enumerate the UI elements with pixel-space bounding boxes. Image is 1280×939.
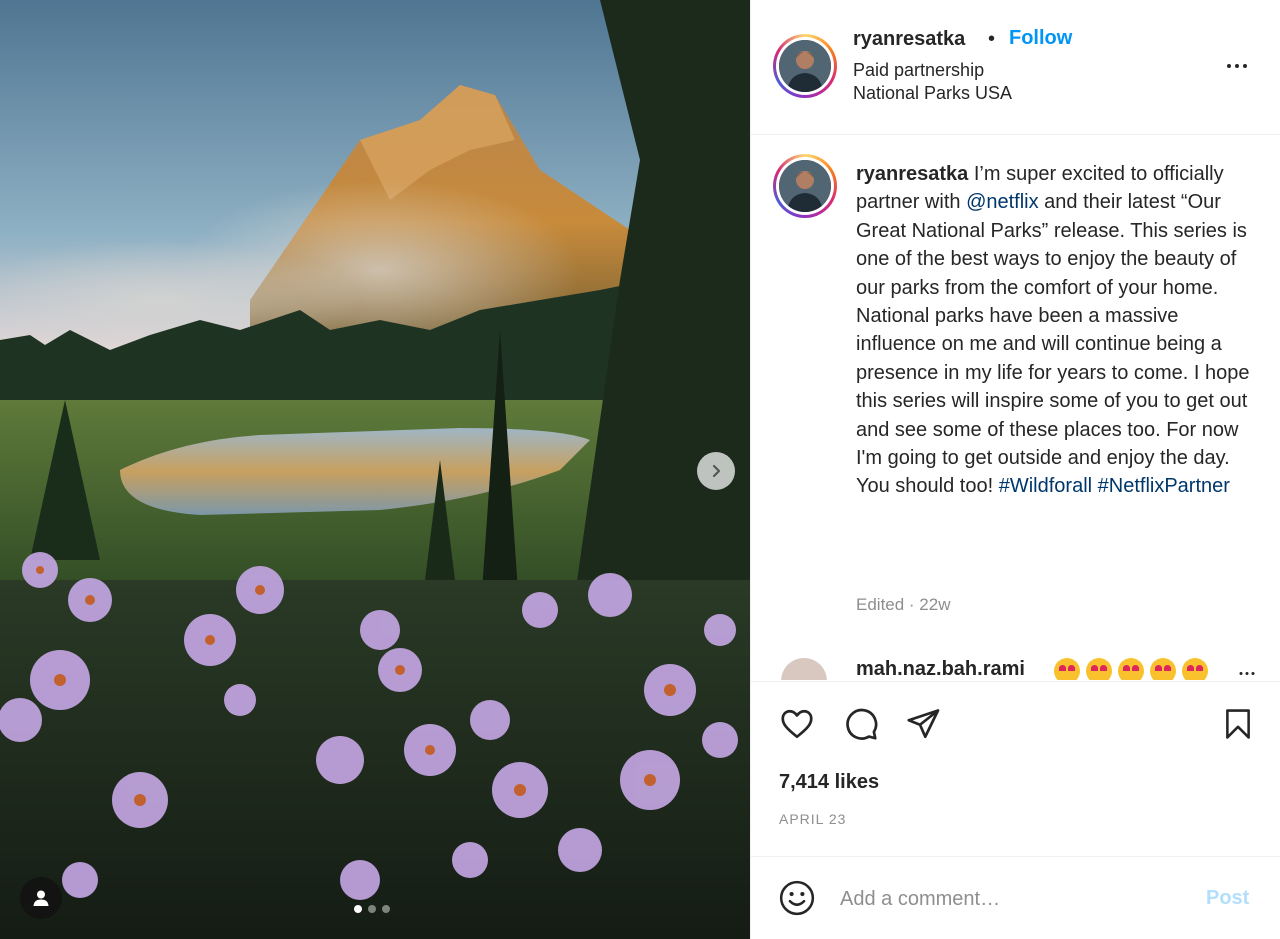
carousel-dot xyxy=(368,905,376,913)
carousel-dot xyxy=(354,905,362,913)
instagram-post-modal: ryanresatka • Follow Paid partnership Na… xyxy=(0,0,1280,939)
comment-input[interactable] xyxy=(840,881,1170,917)
commenter-avatar[interactable] xyxy=(781,658,827,680)
post-date[interactable]: APRIL 23 xyxy=(779,811,846,827)
partner-name[interactable]: National Parks USA xyxy=(853,83,1012,104)
hashtag-link[interactable]: #Wildforall xyxy=(999,475,1092,497)
post-actions: 7,414 likes APRIL 23 xyxy=(751,681,1280,856)
caption-username[interactable]: ryanresatka xyxy=(856,163,968,185)
comment-list: mah.naz.bah.rami xyxy=(751,650,1280,680)
user-tag-icon xyxy=(33,890,49,906)
caption-author-avatar[interactable] xyxy=(773,154,837,218)
author-avatar[interactable] xyxy=(773,34,837,98)
likes-count[interactable]: 7,414 likes xyxy=(779,771,879,794)
paid-partnership-label[interactable]: Paid partnership xyxy=(853,60,984,81)
more-options-icon xyxy=(1227,64,1231,68)
post-header: ryanresatka • Follow Paid partnership Na… xyxy=(751,0,1280,135)
caption-meta: Edited · 22w xyxy=(856,595,951,614)
more-options-button[interactable] xyxy=(1219,56,1255,76)
tagged-users-button[interactable] xyxy=(20,877,62,919)
commenter-username[interactable]: mah.naz.bah.rami xyxy=(856,658,1025,680)
follow-button[interactable]: Follow xyxy=(1009,27,1072,50)
comment-button[interactable] xyxy=(841,704,881,744)
header-separator: • xyxy=(988,28,996,50)
mention-link[interactable]: @netflix xyxy=(966,191,1039,213)
post-caption: ryanresatka I’m super excited to officia… xyxy=(856,160,1256,501)
post-details-panel: ryanresatka • Follow Paid partnership Na… xyxy=(750,0,1280,939)
heart-eyes-emoji xyxy=(1054,658,1080,680)
share-button[interactable] xyxy=(903,704,943,744)
chevron-right-icon xyxy=(712,464,721,478)
heart-eyes-emoji xyxy=(1086,658,1112,680)
send-icon xyxy=(907,709,940,739)
caption-text: and their latest “Our Great National Par… xyxy=(856,191,1250,498)
hashtag-link[interactable]: #NetflixPartner xyxy=(1098,475,1230,497)
add-comment-bar: Post xyxy=(751,856,1280,939)
post-photo xyxy=(0,0,750,939)
carousel-indicator xyxy=(354,905,390,913)
carousel-next-button[interactable] xyxy=(697,452,735,490)
comment-options-icon[interactable] xyxy=(1239,672,1255,675)
landscape-photo xyxy=(0,0,750,939)
heart-eyes-emoji xyxy=(1150,658,1176,680)
save-button[interactable] xyxy=(1218,704,1258,744)
heart-eyes-emoji xyxy=(1182,658,1208,680)
comment-emojis xyxy=(1054,658,1208,680)
avatar-photo xyxy=(779,160,831,212)
carousel-dot xyxy=(382,905,390,913)
smiley-icon xyxy=(779,880,815,916)
bookmark-icon xyxy=(1226,709,1250,739)
author-username[interactable]: ryanresatka xyxy=(853,28,965,51)
emoji-picker-button[interactable] xyxy=(777,878,817,918)
comment-icon xyxy=(846,708,878,740)
post-comment-button[interactable]: Post xyxy=(1206,887,1249,910)
avatar-photo xyxy=(779,40,831,92)
heart-eyes-emoji xyxy=(1118,658,1144,680)
like-button[interactable] xyxy=(777,704,817,744)
heart-icon xyxy=(781,709,813,739)
